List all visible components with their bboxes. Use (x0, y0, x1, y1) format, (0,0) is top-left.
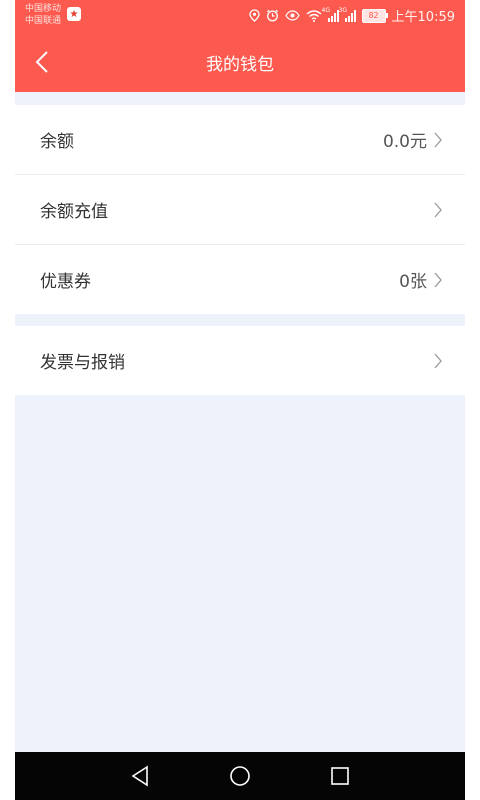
clock-time: 上午10:59 (391, 10, 455, 25)
coupons-value: 0张 (399, 272, 427, 292)
balance-label: 余额 (40, 132, 74, 152)
alarm-icon (266, 9, 278, 22)
invoice-label: 发票与报销 (40, 353, 125, 373)
square-recent-icon[interactable] (328, 764, 352, 788)
coupons-label: 优惠券 (40, 272, 91, 292)
invoice-row[interactable]: 发票与报销 (15, 326, 465, 395)
recharge-row[interactable]: 余额充值 (15, 175, 465, 245)
carrier-1: 中国移动 (25, 4, 62, 14)
status-bar: 中国移动 中国联通 ★ 4G 3G 82 上午10:59 (15, 0, 465, 32)
balance-value: 0.0元 (382, 132, 427, 152)
chevron-right-icon (434, 272, 442, 288)
chevron-right-icon (434, 353, 442, 369)
eye-icon (284, 10, 300, 21)
app-notification-icon: ★ (67, 7, 81, 21)
chevron-right-icon (434, 132, 442, 148)
page-title: 我的钱包 (206, 55, 274, 75)
balance-row[interactable]: 余额 0.0元 (15, 105, 465, 175)
wallet-group-main: 余额 0.0元 余额充值 优惠券 0张 (15, 105, 465, 314)
coupons-row[interactable]: 优惠券 0张 (15, 245, 465, 314)
wifi-icon (306, 9, 321, 22)
signal-3g-icon: 3G (339, 7, 356, 22)
carrier-2: 中国联通 (25, 16, 62, 26)
circle-home-icon[interactable] (228, 764, 252, 788)
net-type-2: 3G (338, 6, 347, 14)
system-nav-bar (15, 752, 465, 800)
net-type-1: 4G (321, 6, 330, 14)
wallet-group-invoice: 发票与报销 (15, 326, 465, 395)
app-screen: 中国移动 中国联通 ★ 4G 3G 82 上午10:59 我的钱包 余额 0.0… (15, 0, 465, 800)
carrier-info: 中国移动 中国联通 (25, 3, 61, 27)
header-bar: 我的钱包 (15, 32, 465, 92)
triangle-back-icon[interactable] (128, 764, 152, 788)
chevron-right-icon (434, 202, 442, 218)
battery-icon: 82 (361, 8, 388, 23)
signal-4g-icon: 4G (322, 7, 339, 22)
status-icons: 4G 3G 82 上午10:59 (248, 6, 455, 25)
recharge-label: 余额充值 (40, 202, 108, 222)
location-icon (248, 9, 260, 22)
battery-level: 82 (368, 11, 379, 20)
